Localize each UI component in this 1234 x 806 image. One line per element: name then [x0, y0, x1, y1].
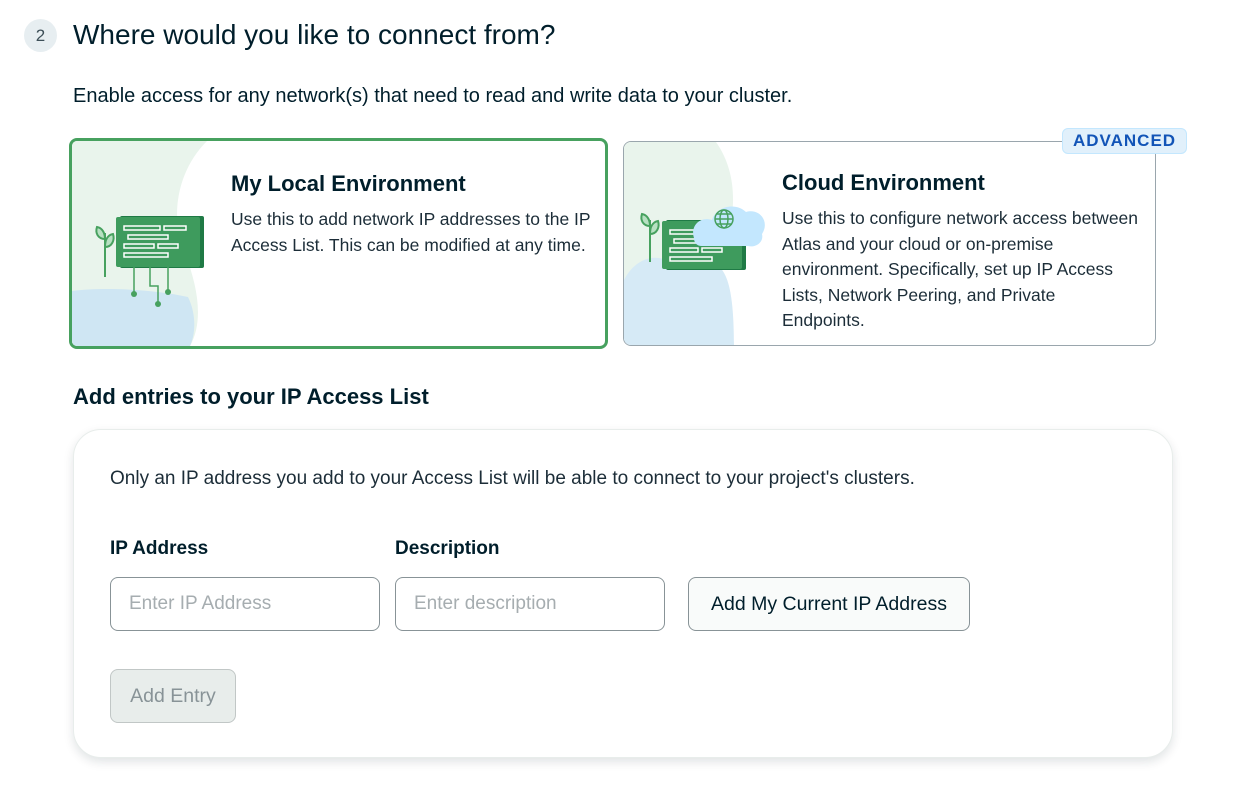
ip-access-list-heading: Add entries to your IP Access List	[73, 384, 429, 409]
step-title: Where would you like to connect from?	[73, 19, 556, 50]
ip-access-list-panel: Only an IP address you add to your Acces…	[73, 429, 1173, 758]
cloud-environment-description: Use this to configure network access bet…	[782, 208, 1139, 330]
description-input[interactable]	[395, 577, 665, 631]
local-environment-card[interactable]: My Local Environment Use this to add net…	[69, 138, 608, 349]
local-environment-illustration	[72, 141, 207, 346]
cloud-environment-illustration	[624, 142, 765, 345]
step-subtitle: Enable access for any network(s) that ne…	[73, 85, 793, 107]
connect-from-step: 2 Where would you like to connect from? …	[0, 0, 1234, 806]
add-entry-button[interactable]: Add Entry	[110, 669, 236, 723]
ip-address-label: IP Address	[110, 538, 209, 559]
description-label: Description	[395, 538, 500, 559]
advanced-badge: ADVANCED	[1062, 128, 1188, 154]
cloud-environment-title: Cloud Environment	[782, 170, 985, 195]
ip-address-input[interactable]	[110, 577, 380, 631]
ip-access-list-info: Only an IP address you add to your Acces…	[110, 468, 915, 489]
local-environment-title: My Local Environment	[231, 171, 466, 196]
cloud-environment-card[interactable]: Cloud Environment Use this to configure …	[623, 141, 1156, 346]
step-number-badge: 2	[24, 19, 57, 52]
add-current-ip-button[interactable]: Add My Current IP Address	[688, 577, 970, 631]
local-environment-description: Use this to add network IP addresses to …	[231, 209, 591, 255]
